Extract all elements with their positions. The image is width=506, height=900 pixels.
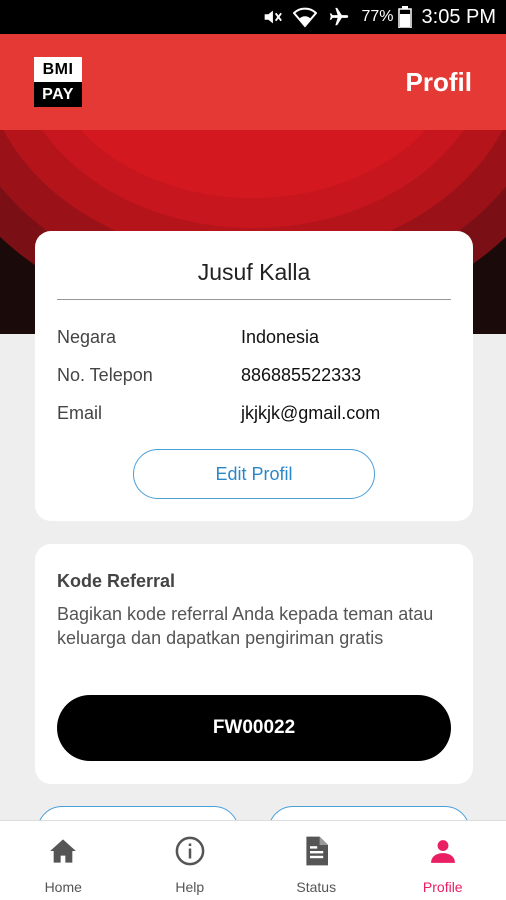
nav-profile-label: Profile bbox=[422, 879, 463, 895]
nav-home[interactable]: Home bbox=[0, 821, 127, 900]
home-icon bbox=[49, 835, 77, 867]
logo-top-text: BMI bbox=[34, 57, 82, 82]
nav-help[interactable]: Help bbox=[127, 821, 254, 900]
battery-percent: 77% bbox=[361, 8, 394, 25]
nav-status[interactable]: Status bbox=[253, 821, 380, 900]
country-label: Negara bbox=[57, 327, 117, 347]
referral-description: Bagikan kode referral Anda kepada teman … bbox=[57, 604, 434, 648]
referral-code-button[interactable]: FW00022 bbox=[57, 695, 451, 761]
battery-icon bbox=[397, 6, 412, 28]
email-value: jkjkjk@gmail.com bbox=[241, 403, 381, 423]
profile-name: Jusuf Kalla bbox=[197, 259, 311, 285]
edit-profile-button[interactable]: Edit Profil bbox=[133, 449, 375, 499]
battery-indicator: 77% bbox=[361, 6, 412, 28]
referral-title: Kode Referral bbox=[57, 571, 176, 591]
nav-help-label: Help bbox=[175, 879, 205, 895]
phone-value: 886885522333 bbox=[241, 365, 362, 385]
airplane-icon bbox=[327, 6, 351, 28]
logo-bottom-text: PAY bbox=[34, 82, 82, 107]
country-value: Indonesia bbox=[241, 327, 320, 347]
app-bar: BMI PAY Profil bbox=[0, 34, 506, 130]
wifi-icon bbox=[293, 6, 318, 28]
nav-status-label: Status bbox=[296, 879, 337, 895]
email-row: Email jkjkjk@gmail.com bbox=[57, 403, 451, 429]
info-icon bbox=[175, 835, 205, 867]
page-title: Profil bbox=[405, 66, 472, 97]
mute-icon bbox=[261, 6, 283, 28]
email-label: Email bbox=[57, 403, 103, 423]
phone-label: No. Telepon bbox=[57, 365, 153, 385]
referral-card: Kode Referral Bagikan kode referral Anda… bbox=[35, 544, 473, 784]
status-bar: 77% 3:05 PM bbox=[0, 0, 506, 34]
profile-card: Jusuf Kalla Negara Indonesia No. Telepon… bbox=[35, 231, 473, 521]
country-row: Negara Indonesia bbox=[57, 327, 451, 353]
nav-profile[interactable]: Profile bbox=[380, 821, 506, 900]
bottom-navigation: Home Help Status Profile bbox=[0, 820, 506, 900]
document-icon bbox=[304, 835, 329, 867]
person-icon bbox=[430, 835, 456, 867]
phone-row: No. Telepon 886885522333 bbox=[57, 365, 451, 391]
bmi-pay-logo: BMI PAY bbox=[34, 57, 82, 107]
nav-home-label: Home bbox=[44, 879, 82, 895]
name-divider bbox=[57, 299, 451, 300]
clock: 3:05 PM bbox=[421, 5, 496, 28]
